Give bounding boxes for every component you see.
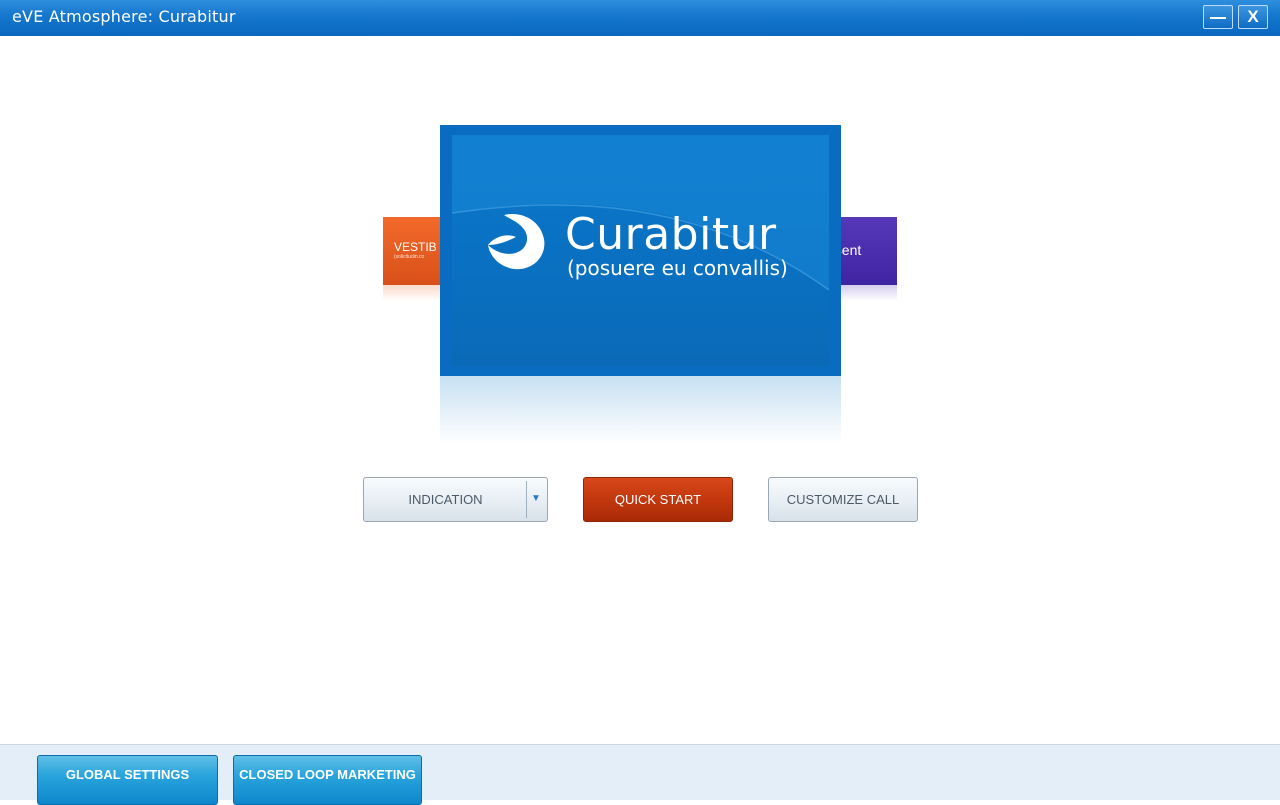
indication-label: INDICATION [408,492,483,507]
brand-name: Curabitur [565,209,777,260]
close-button[interactable]: X [1238,5,1268,29]
title-bar: eVE Atmosphere: Curabitur X [0,0,1280,36]
window-title: eVE Atmosphere: Curabitur [12,7,236,26]
minimize-button[interactable] [1203,5,1233,29]
right-card-reflection [839,285,897,301]
quick-start-button[interactable]: QUICK START [583,477,733,522]
left-card-sublabel: (solicitudin.co [394,254,425,260]
carousel-card-right[interactable]: esent [839,217,897,285]
brand-tagline: (posuere eu convallis) [567,256,788,280]
indication-dropdown[interactable]: INDICATION ▼ [363,477,548,522]
bottom-toolbar: GLOBAL SETTINGS CLOSED LOOP MARKETING [0,744,1280,805]
indication-divider [526,481,527,518]
closed-loop-marketing-button[interactable]: CLOSED LOOP MARKETING [233,755,422,805]
customize-call-button[interactable]: CUSTOMIZE CALL [768,477,918,522]
global-settings-button[interactable]: GLOBAL SETTINGS [37,755,218,805]
carousel-card-left[interactable]: VESTIB (solicitudin.co [383,217,441,285]
right-card-label: esent [839,242,862,258]
brand-logo-icon [488,214,545,270]
left-card-reflection [383,285,441,301]
chevron-down-icon[interactable]: ▼ [531,493,541,504]
left-card-label: VESTIB [394,240,437,254]
minimize-icon [1210,17,1226,19]
main-card-reflection [440,376,841,444]
carousel-card-main[interactable]: Curabitur (posuere eu convallis) [440,125,841,376]
